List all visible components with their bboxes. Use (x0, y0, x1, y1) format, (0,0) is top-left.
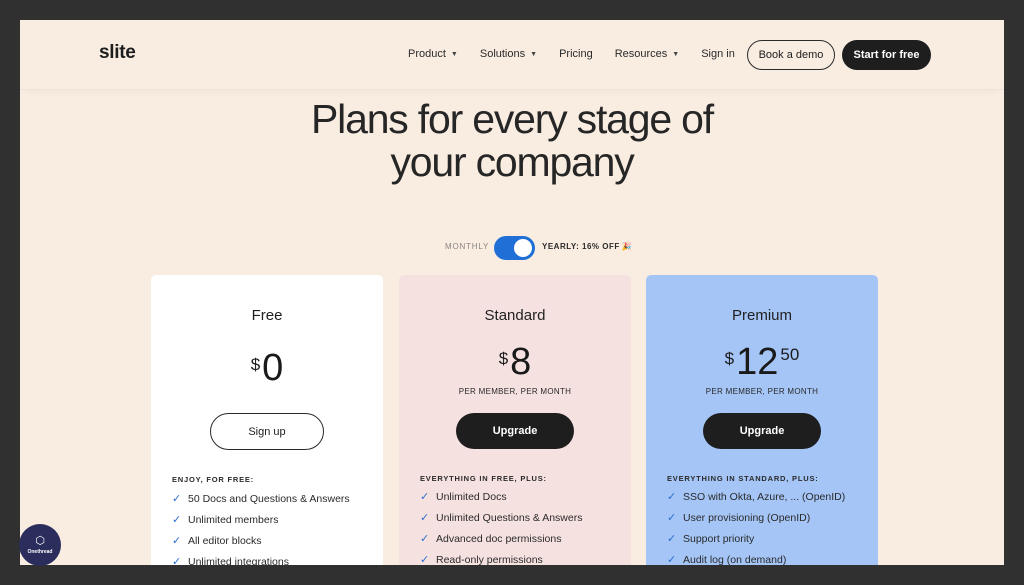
plan-price: $12 50 (646, 341, 878, 383)
nav-item-solutions[interactable]: Solutions ▼ (480, 48, 537, 60)
nav-item-label: Resources (614, 48, 668, 60)
check-icon: ✓ (420, 512, 430, 524)
check-icon: ✓ (172, 514, 182, 526)
nav-item-product[interactable]: Product ▼ (408, 48, 458, 60)
check-icon: ✓ (420, 533, 430, 545)
feature-label: Unlimited integrations (188, 555, 289, 566)
nav-item-label: Sign in (701, 48, 735, 60)
page-title-line-2: your company (390, 139, 634, 185)
plan-name: Premium (731, 307, 792, 324)
list-item: ✓ Unlimited Questions & Answers (420, 507, 625, 528)
billing-period-toggle[interactable] (494, 236, 535, 260)
feature-label: Unlimited members (188, 513, 279, 526)
feature-label: SSO with Okta, Azure, ... (OpenID) (683, 490, 846, 503)
list-item: ✓ Audit log (on demand) (667, 549, 872, 566)
page-title-line-1: Plans for every stage of (311, 96, 714, 142)
price-currency: $ (724, 349, 735, 368)
check-icon: ✓ (172, 535, 182, 547)
check-icon: ✓ (667, 533, 677, 545)
list-item: ✓ Advanced doc permissions (420, 528, 625, 549)
feature-label: Unlimited Questions & Answers (436, 511, 583, 524)
nav-item-pricing[interactable]: Pricing (559, 48, 593, 60)
price-amount: 8 (510, 341, 532, 383)
check-icon: ✓ (420, 491, 430, 503)
check-icon: ✓ (172, 493, 182, 505)
price-period: PER MEMBER, PER MONTH (458, 387, 572, 396)
check-icon: ✓ (420, 554, 430, 565)
features-list: ✓ 50 Docs and Questions & Answers ✓ Unlimi… (172, 488, 377, 566)
feature-label: User provisioning (OpenID) (683, 511, 811, 524)
yearly-label-text: YEARLY: 16% OFF (542, 242, 620, 251)
feature-label: Audit log (on demand) (683, 553, 787, 566)
price-currency: $ (498, 349, 509, 368)
top-navigation: slite Product ▼ Solutions ▼ Pricing Resour… (20, 20, 1004, 90)
toggle-knob (514, 239, 532, 257)
page-frame: slite Product ▼ Solutions ▼ Pricing Resour… (20, 20, 1004, 565)
list-item: ✓ Support priority (667, 528, 872, 549)
nav-item-label: Product (408, 48, 446, 60)
features-list: ✓ SSO with Okta, Azure, ... (OpenID) ✓ Use… (667, 486, 872, 566)
nav-item-sign-in[interactable]: Sign in (701, 48, 735, 60)
plan-name: Free (251, 307, 283, 324)
plan-card-free: Free $0 Sign up ENJOY, FOR FREE: ✓ 50 Doc… (151, 275, 383, 565)
list-item: ✓ Unlimited members (172, 509, 377, 530)
price-currency: $ (250, 355, 261, 374)
price-amount: 0 (262, 347, 284, 389)
book-demo-button[interactable]: Book a demo (747, 40, 835, 70)
feature-label: Read-only permissions (436, 553, 543, 566)
yearly-label[interactable]: YEARLY: 16% OFF 🎉 (542, 242, 632, 251)
nav-item-resources[interactable]: Resources ▼ (615, 48, 680, 60)
chevron-down-icon: ▼ (530, 50, 538, 58)
plan-card-standard: Standard $8 PER MEMBER, PER MONTH Upgrad… (399, 275, 631, 565)
list-item: ✓ All editor blocks (172, 530, 377, 551)
list-item: ✓ 50 Docs and Questions & Answers (172, 488, 377, 509)
nav-links: Product ▼ Solutions ▼ Pricing Resources ▼ S… (408, 48, 757, 60)
page-title: Plans for every stage of your company (20, 98, 1004, 184)
upgrade-standard-button[interactable]: Upgrade (456, 413, 574, 449)
check-icon: ✓ (667, 554, 677, 565)
check-icon: ✓ (667, 512, 677, 524)
plan-card-premium: Premium $12 50 PER MEMBER, PER MONTH Upgr… (646, 275, 878, 565)
feature-label: Unlimited Docs (436, 490, 507, 503)
list-item: ✓ SSO with Okta, Azure, ... (OpenID) (667, 486, 872, 507)
price-cents: 50 (780, 345, 800, 364)
list-item: ✓ User provisioning (OpenID) (667, 507, 872, 528)
party-popper-icon: 🎉 (621, 242, 633, 251)
badge-text: Onethread (27, 549, 53, 555)
list-item: ✓ Read-only permissions (420, 549, 625, 566)
box-icon: ⬡ (35, 535, 45, 547)
plan-price: $8 (399, 341, 631, 383)
sign-up-button[interactable]: Sign up (210, 413, 324, 450)
start-for-free-button[interactable]: Start for free (842, 40, 931, 70)
feature-label: Advanced doc permissions (436, 532, 562, 545)
nav-item-label: Pricing (559, 48, 593, 60)
price-amount: 12 (736, 341, 779, 383)
chevron-down-icon: ▼ (450, 50, 458, 58)
chevron-down-icon: ▼ (672, 50, 680, 58)
plan-price: $0 (151, 347, 383, 389)
check-icon: ✓ (172, 556, 182, 565)
billing-toggle-group: MONTHLY YEARLY: 16% OFF 🎉 (20, 236, 1004, 260)
list-item: ✓ Unlimited Docs (420, 486, 625, 507)
features-list: ✓ Unlimited Docs ✓ Unlimited Questions & A… (420, 486, 625, 566)
slite-logo[interactable]: slite (99, 42, 136, 64)
feature-label: Support priority (683, 532, 755, 545)
features-heading: EVERYTHING IN STANDARD, PLUS: (667, 474, 819, 483)
nav-item-label: Solutions (479, 48, 526, 60)
feature-label: 50 Docs and Questions & Answers (188, 492, 350, 505)
price-period: PER MEMBER, PER MONTH (705, 387, 819, 396)
features-heading: ENJOY, FOR FREE: (172, 475, 254, 484)
monthly-label[interactable]: MONTHLY (445, 242, 489, 251)
features-heading: EVERYTHING IN FREE, PLUS: (420, 474, 547, 483)
feature-label: All editor blocks (188, 534, 262, 547)
onethread-badge: ⬡ Onethread (19, 524, 61, 566)
plan-name: Standard (484, 307, 546, 324)
check-icon: ✓ (667, 491, 677, 503)
upgrade-premium-button[interactable]: Upgrade (703, 413, 821, 449)
list-item: ✓ Unlimited integrations (172, 551, 377, 566)
